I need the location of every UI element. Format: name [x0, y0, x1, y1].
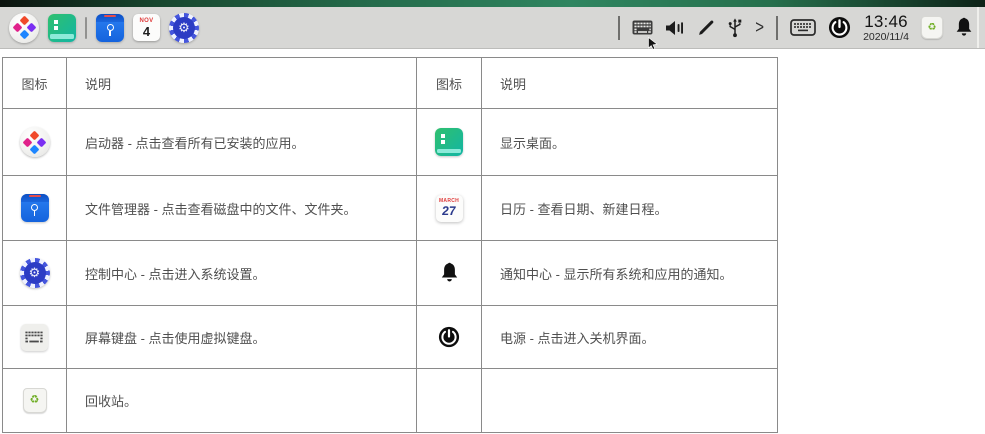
- launcher-dot-purple: [26, 23, 36, 33]
- onscreen-keyboard-icon: [21, 324, 48, 351]
- power-icon: [438, 326, 460, 348]
- desc-trash: 回收站。: [67, 369, 417, 433]
- taskbar-separator: [85, 17, 87, 39]
- tray-expand-chevron-icon[interactable]: >: [755, 17, 764, 38]
- pen-icon[interactable]: [697, 19, 715, 37]
- calendar-icon[interactable]: NOV 4: [133, 14, 160, 41]
- gear-icon: ⚙: [169, 13, 199, 43]
- filemgr-red-flap: [104, 15, 116, 17]
- launcher-dot-blue: [19, 30, 29, 40]
- file-manager-icon[interactable]: [96, 14, 124, 42]
- table-row: 屏幕键盘 - 点击使用虚拟键盘。 电源 - 点击进入关机界面。: [3, 306, 778, 369]
- desc-onscreen-keyboard: 屏幕键盘 - 点击使用虚拟键盘。: [67, 306, 417, 369]
- table-row: 启动器 - 点击查看所有已安装的应用。 显示桌面。: [3, 109, 778, 176]
- keyboard-icon[interactable]: [632, 20, 653, 35]
- header-desc-right: 说明: [482, 58, 778, 109]
- filemgr-pin-stem: [109, 31, 111, 36]
- table-row: ♻ 回收站。: [3, 369, 778, 433]
- calendar-month: MARCH: [439, 199, 459, 204]
- notification-bell-icon[interactable]: [955, 17, 973, 38]
- show-desktop-icon[interactable]: [48, 14, 76, 42]
- trash-icon: ♻: [23, 388, 47, 413]
- launcher-icon: [20, 127, 50, 157]
- onscreen-keyboard-icon[interactable]: [790, 19, 816, 36]
- recycle-glyph: ♻: [928, 23, 937, 33]
- desc-show-desktop: 显示桌面。: [482, 109, 778, 176]
- table-row: ⚙ 控制中心 - 点击进入系统设置。 通知中心 - 显示所有系统和应用的通知。: [3, 241, 778, 306]
- trash-icon[interactable]: ♻: [921, 16, 943, 39]
- desc-file-manager: 文件管理器 - 点击查看磁盘中的文件、文件夹。: [67, 176, 417, 241]
- tray-separator: [776, 16, 778, 40]
- control-center-icon: ⚙: [20, 258, 50, 288]
- gear-icon: ⚙: [20, 258, 50, 288]
- clock[interactable]: 13:46 2020/11/4: [863, 13, 909, 43]
- desc-control-center: 控制中心 - 点击进入系统设置。: [67, 241, 417, 306]
- recycle-glyph: ♻: [30, 395, 40, 406]
- header-desc-left: 说明: [67, 58, 417, 109]
- desc-calendar: 日历 - 查看日期、新建日程。: [482, 176, 778, 241]
- calendar-day: 27: [441, 205, 456, 218]
- volume-icon[interactable]: [665, 20, 685, 36]
- header-icon-right: 图标: [417, 58, 482, 109]
- launcher-icon[interactable]: [9, 13, 39, 43]
- taskbar-edge-strip: [977, 7, 979, 48]
- system-tray: > 13:46: [618, 7, 973, 48]
- calendar-month: NOV: [140, 18, 154, 24]
- desc-power: 电源 - 点击进入关机界面。: [482, 306, 778, 369]
- empty-cell: [417, 369, 482, 433]
- screenshot-root: NOV 4 ⚙: [0, 0, 985, 434]
- launcher-dot-red: [19, 16, 29, 26]
- date-text: 2020/11/4: [863, 32, 909, 43]
- power-icon[interactable]: [828, 16, 851, 39]
- desc-launcher: 启动器 - 点击查看所有已安装的应用。: [67, 109, 417, 176]
- taskbar: NOV 4 ⚙: [0, 0, 985, 49]
- icon-legend-table: 图标 说明 图标 说明 启动器 - 点击查看所有已安装的应用。 显示桌面。: [2, 57, 778, 433]
- usb-icon[interactable]: [727, 17, 743, 39]
- filemgr-pin: [107, 24, 114, 31]
- tray-separator: [618, 16, 620, 40]
- desktop-wallpaper-strip: [0, 0, 985, 7]
- launcher-dot-magenta: [12, 23, 22, 33]
- empty-cell: [482, 369, 778, 433]
- file-manager-icon: [21, 194, 49, 222]
- control-center-icon[interactable]: ⚙: [169, 13, 199, 43]
- calendar-icon: MARCH 27: [436, 195, 463, 222]
- mouse-cursor: [648, 37, 658, 50]
- table-row: 文件管理器 - 点击查看磁盘中的文件、文件夹。 MARCH 27 日历 - 查看…: [3, 176, 778, 241]
- header-icon-left: 图标: [3, 58, 67, 109]
- desc-notification-center: 通知中心 - 显示所有系统和应用的通知。: [482, 241, 778, 306]
- notification-bell-icon: [440, 262, 459, 284]
- desktop-bar: [50, 34, 74, 39]
- desktop-dot: [54, 26, 58, 30]
- show-desktop-icon: [435, 128, 463, 156]
- table-header-row: 图标 说明 图标 说明: [3, 58, 778, 109]
- calendar-day: 4: [143, 25, 150, 38]
- desktop-dot: [54, 20, 58, 24]
- time-text: 13:46: [863, 13, 909, 30]
- taskbar-left-icons: NOV 4 ⚙: [9, 7, 199, 48]
